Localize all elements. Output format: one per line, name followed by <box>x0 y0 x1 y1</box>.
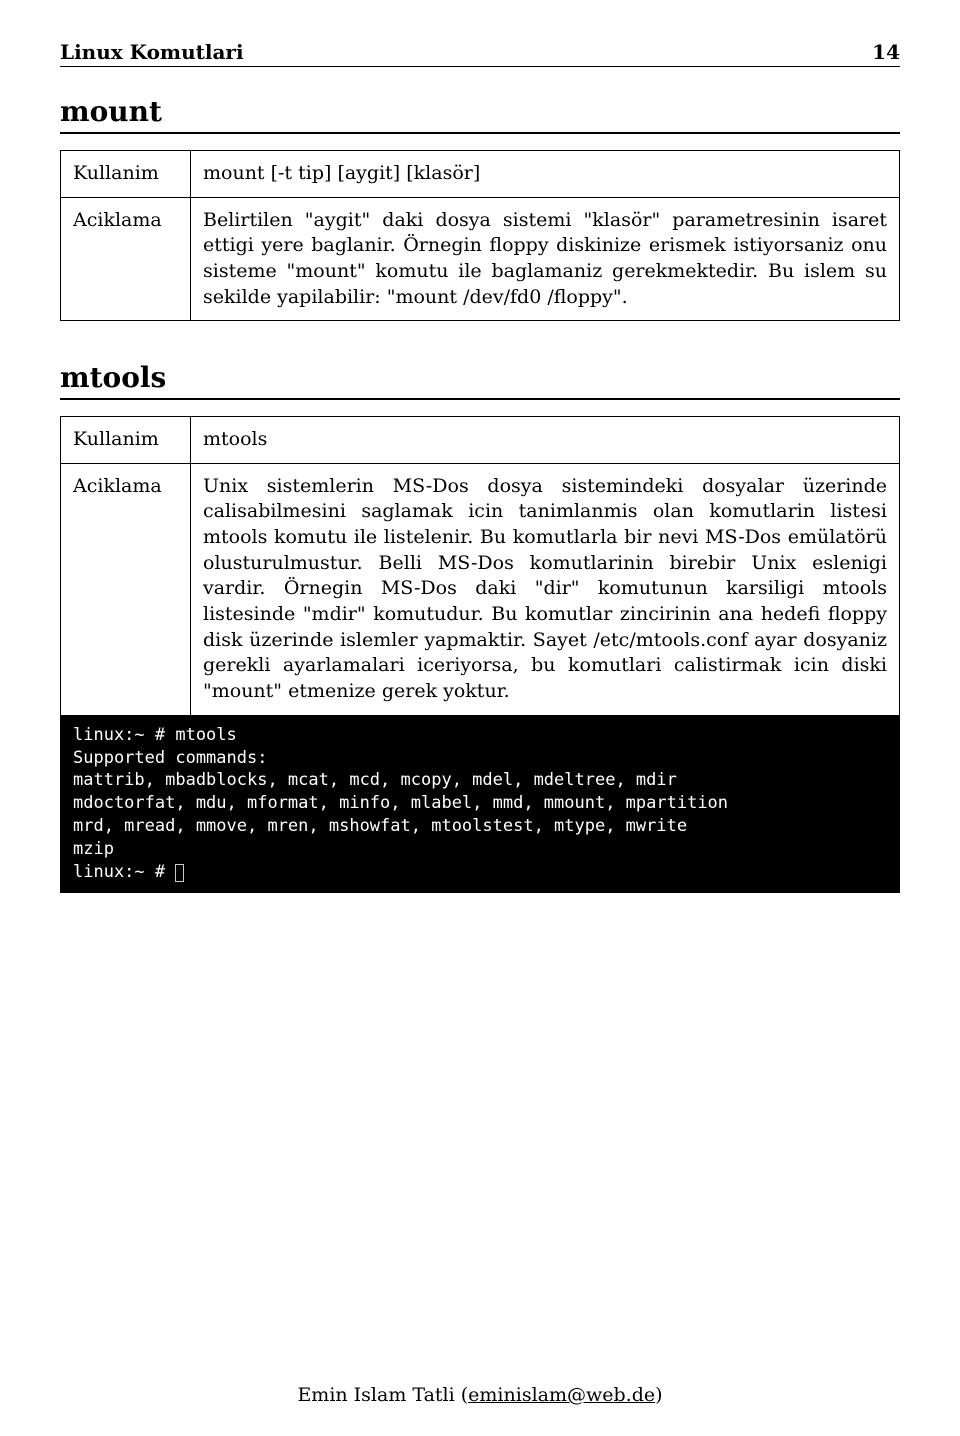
kullanim-value: mtools <box>191 417 900 464</box>
table-row: Kullanim mount [-t tip] [aygit] [klasör] <box>61 151 900 198</box>
kullanim-value: mount [-t tip] [aygit] [klasör] <box>191 151 900 198</box>
mount-table: Kullanim mount [-t tip] [aygit] [klasör]… <box>60 150 900 321</box>
table-row: linux:~ # mtools Supported commands: mat… <box>61 715 900 893</box>
section-rule <box>60 132 900 134</box>
header-page-number: 14 <box>872 40 900 64</box>
terminal-cell: linux:~ # mtools Supported commands: mat… <box>61 715 900 893</box>
page-header: Linux Komutlari 14 <box>60 40 900 67</box>
footer-email-link[interactable]: eminislam@web.de <box>468 1384 655 1406</box>
header-title: Linux Komutlari <box>60 40 244 64</box>
section-title-mount: mount <box>60 95 900 128</box>
section-mtools: mtools Kullanim mtools Aciklama Unix sis… <box>60 361 900 893</box>
aciklama-label: Aciklama <box>61 197 191 321</box>
table-row: Aciklama Unix sistemlerin MS-Dos dosya s… <box>61 463 900 715</box>
kullanim-label: Kullanim <box>61 417 191 464</box>
table-row: Aciklama Belirtilen "aygit" daki dosya s… <box>61 197 900 321</box>
aciklama-value: Unix sistemlerin MS-Dos dosya sisteminde… <box>191 463 900 715</box>
page-footer: Emin Islam Tatli (eminislam@web.de) <box>60 1344 900 1406</box>
table-row: Kullanim mtools <box>61 417 900 464</box>
aciklama-value: Belirtilen "aygit" daki dosya sistemi "k… <box>191 197 900 321</box>
mtools-table: Kullanim mtools Aciklama Unix sistemleri… <box>60 416 900 893</box>
section-rule <box>60 398 900 400</box>
footer-author: Emin Islam Tatli <box>297 1384 454 1406</box>
section-title-mtools: mtools <box>60 361 900 394</box>
terminal-output: linux:~ # mtools Supported commands: mat… <box>61 716 899 893</box>
aciklama-label: Aciklama <box>61 463 191 715</box>
kullanim-label: Kullanim <box>61 151 191 198</box>
section-mount: mount Kullanim mount [-t tip] [aygit] [k… <box>60 95 900 321</box>
